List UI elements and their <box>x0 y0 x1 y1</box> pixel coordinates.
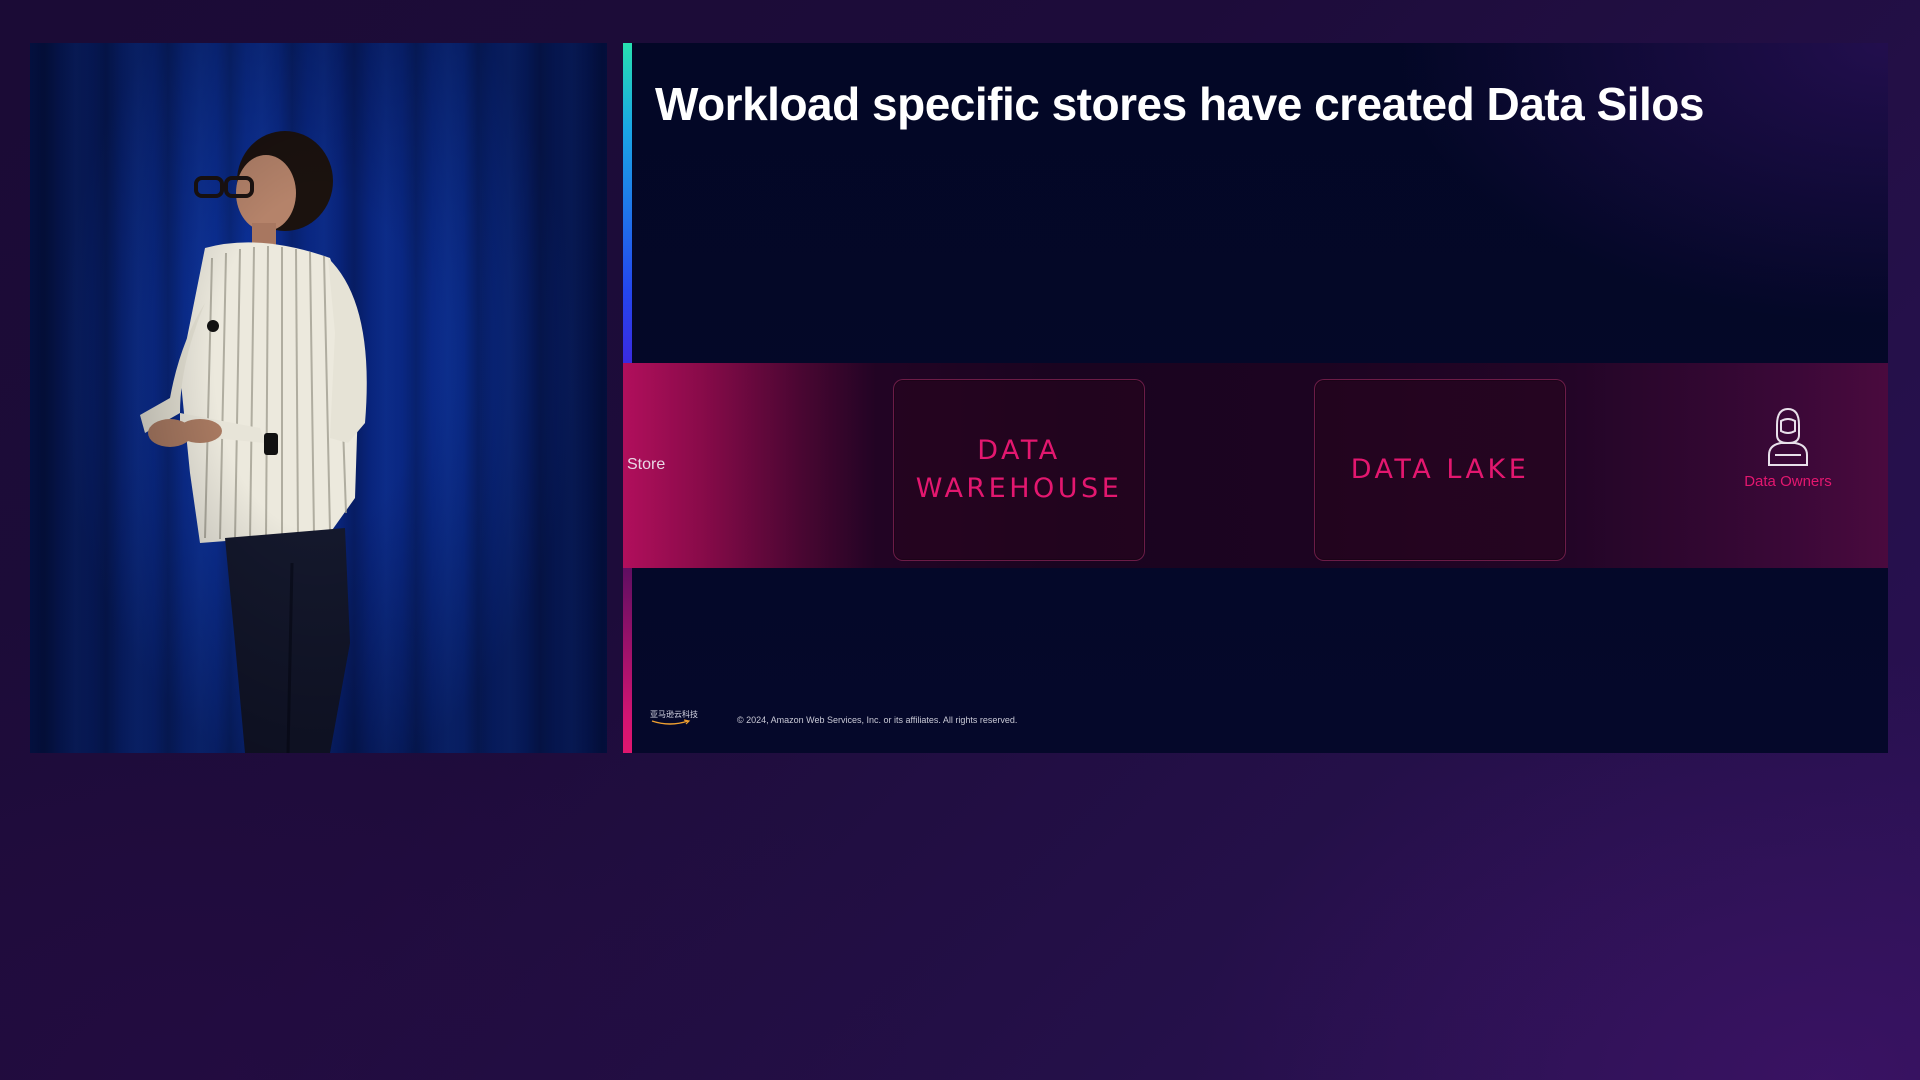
copyright-notice: © 2024, Amazon Web Services, Inc. or its… <box>737 715 1018 725</box>
store-band: Store DATA WAREHOUSE DATA LAKE Data Owne… <box>623 363 1888 568</box>
presentation-slide: Workload specific stores have created Da… <box>623 43 1888 753</box>
aws-logo: 亚马逊云科技 <box>650 709 698 727</box>
speaker-video-panel <box>30 43 607 753</box>
data-warehouse-box: DATA WAREHOUSE <box>893 379 1145 561</box>
data-owners-label: Data Owners <box>1744 473 1832 490</box>
band-label: Store <box>627 456 666 473</box>
speaker-figure <box>140 131 367 753</box>
slide-title: Workload specific stores have created Da… <box>655 78 1704 130</box>
amazon-smile-icon <box>651 719 691 725</box>
astronaut-icon <box>1768 407 1808 466</box>
data-lake-label: DATA LAKE <box>1350 454 1530 485</box>
data-warehouse-label: DATA WAREHOUSE <box>915 435 1123 504</box>
data-lake-box: DATA LAKE <box>1314 379 1566 561</box>
data-owners-group: Data Owners <box>1723 405 1853 490</box>
